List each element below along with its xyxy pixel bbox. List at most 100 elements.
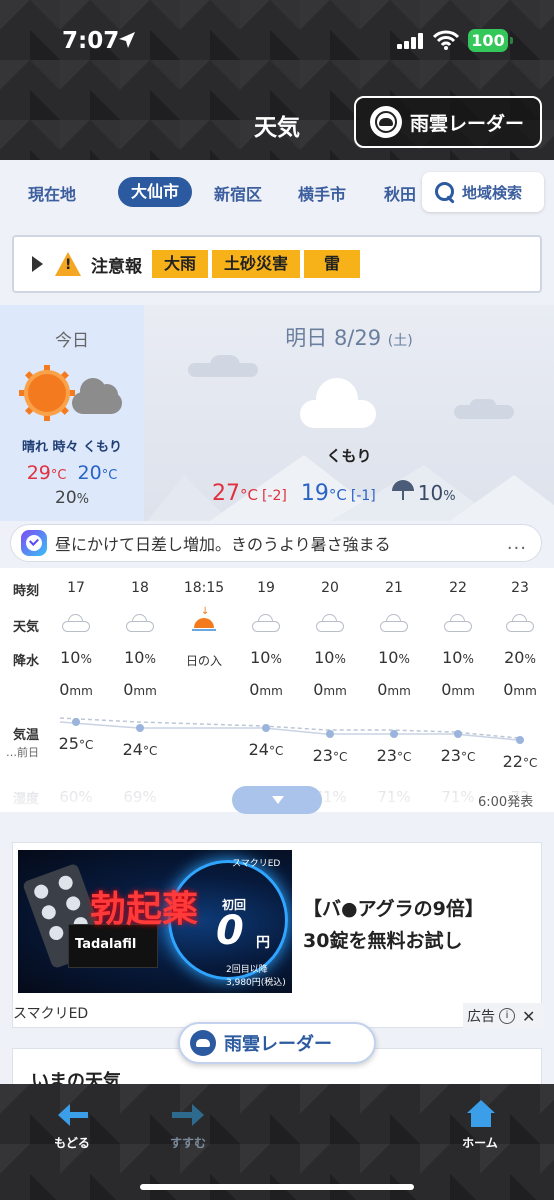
home-button[interactable]: ホーム bbox=[440, 1098, 520, 1151]
hour-temp: 24°C bbox=[248, 740, 284, 759]
hour-time: 22 bbox=[449, 580, 467, 596]
hour-temp: 24°C bbox=[122, 740, 158, 759]
hour-time: 17 bbox=[67, 580, 85, 596]
mountains-illustration bbox=[147, 455, 554, 521]
cloud-icon bbox=[300, 378, 376, 428]
cloud-icon bbox=[444, 614, 472, 632]
ad-source: スマクリED bbox=[13, 1006, 89, 1022]
advisory-tag-thunder: 雷 bbox=[304, 250, 361, 278]
tomorrow-high-diff: [-2] bbox=[261, 488, 287, 504]
comment-text: 昼にかけて日差し増加。きのうより暑さ強まる bbox=[55, 535, 391, 554]
temp-point bbox=[262, 724, 270, 732]
hour-rain-amount: 0mm bbox=[249, 680, 283, 699]
hour-rain-chance: 20% bbox=[504, 648, 536, 667]
tab-shinjuku[interactable]: 新宿区 bbox=[214, 181, 262, 205]
today-high: 29 bbox=[26, 462, 51, 484]
today-weather-desc: 晴れ 時々 くもり bbox=[21, 440, 123, 455]
sunset-icon: ↓ bbox=[192, 606, 216, 632]
forward-button[interactable]: すすむ bbox=[148, 1098, 228, 1151]
floating-rain-radar-button[interactable]: 雨雲レーダー bbox=[178, 1022, 376, 1064]
sun-disc bbox=[28, 374, 66, 412]
forecast-comment[interactable]: 昼にかけて日差し増加。きのうより暑さ強まる ... bbox=[10, 524, 542, 562]
hour-temp: 25°C bbox=[58, 734, 94, 753]
hour-time: 20 bbox=[321, 580, 339, 596]
hourly-forecast[interactable]: 時刻 天気 降水 気温 …前日 湿度 1710%0mm25°C60%1810%0… bbox=[0, 568, 554, 812]
radar-icon bbox=[190, 1030, 216, 1056]
hour-rain-amount: 0mm bbox=[313, 680, 347, 699]
temp-point bbox=[390, 730, 398, 738]
cloud-icon bbox=[506, 614, 534, 632]
home-indicator bbox=[140, 1184, 414, 1190]
temp-point bbox=[454, 730, 462, 738]
hour-rain-amount: 0mm bbox=[441, 680, 475, 699]
hour-temp: 23°C bbox=[440, 746, 476, 765]
bottom-navigation: もどる すすむ ホーム bbox=[0, 1084, 554, 1200]
tomorrow-weather-desc: くもり bbox=[326, 447, 372, 465]
info-icon[interactable]: i bbox=[499, 1008, 515, 1024]
advisory-tag-heavy-rain: 大雨 bbox=[152, 250, 209, 278]
today-label: 今日 bbox=[55, 331, 89, 351]
radar-icon bbox=[370, 106, 402, 138]
back-button[interactable]: もどる bbox=[32, 1098, 112, 1151]
search-icon bbox=[434, 181, 456, 203]
weather-advisory[interactable]: 注意報 大雨 土砂災害 雷 bbox=[12, 235, 542, 293]
hour-temp: 23°C bbox=[376, 746, 412, 765]
rain-radar-label: 雨雲レーダー bbox=[410, 112, 525, 135]
hour-rain-chance: 10% bbox=[250, 648, 282, 667]
back-arrow-icon bbox=[58, 1104, 88, 1126]
today-rain-chance: 20% bbox=[55, 488, 89, 508]
forward-arrow-icon bbox=[172, 1104, 204, 1126]
advertisement[interactable]: Tadalafil スマクリED 勃起薬 初回 0 円 2回目以降 3,980円… bbox=[12, 842, 543, 1029]
hour-time: 18:15 bbox=[183, 580, 225, 596]
hour-rain-chance: 10% bbox=[378, 648, 410, 667]
advisory-label: 注意報 bbox=[91, 256, 142, 277]
ad-image[interactable]: Tadalafil スマクリED 勃起薬 初回 0 円 2回目以降 3,980円… bbox=[18, 850, 292, 993]
cloud-icon bbox=[252, 614, 280, 632]
rain-radar-button[interactable]: 雨雲レーダー bbox=[354, 96, 542, 148]
ai-assistant-icon bbox=[21, 530, 47, 556]
hour-rain-chance: 10% bbox=[314, 648, 346, 667]
temp-point bbox=[136, 724, 144, 732]
ad-badge[interactable]: 広告 i ✕ bbox=[463, 1003, 543, 1029]
close-icon[interactable]: ✕ bbox=[522, 1007, 535, 1026]
status-time: 7:07 bbox=[62, 28, 120, 54]
tomorrow-temps: 27°C [-2] 19°C [-1] 10% bbox=[212, 478, 456, 506]
ad-copy[interactable]: 【バ●アグラの9倍】 30錠を無料お試し bbox=[303, 893, 484, 957]
ad-headline: 勃起薬 bbox=[90, 889, 199, 930]
expand-triangle-icon bbox=[32, 256, 43, 272]
cloud-icon bbox=[380, 614, 408, 632]
location-arrow-icon bbox=[119, 32, 135, 48]
cloud-icon bbox=[316, 614, 344, 632]
hour-rain-amount: 0mm bbox=[123, 680, 157, 699]
tab-yokote[interactable]: 横手市 bbox=[298, 181, 346, 205]
hour-temp: 23°C bbox=[312, 746, 348, 765]
today-low: 20 bbox=[77, 462, 102, 484]
sunset-label: 日の入 bbox=[185, 654, 222, 668]
hour-rain-chance: 10% bbox=[124, 648, 156, 667]
cellular-signal-icon bbox=[397, 33, 425, 49]
tomorrow-title: 明日 8/29 (土) bbox=[285, 326, 413, 350]
more-icon[interactable]: ... bbox=[507, 533, 527, 554]
hour-time: 18 bbox=[131, 580, 149, 596]
tab-daisen[interactable]: 大仙市 bbox=[118, 177, 192, 207]
hour-rain-chance: 10% bbox=[442, 648, 474, 667]
tab-current-location[interactable]: 現在地 bbox=[28, 181, 76, 205]
tomorrow-rain-chance: 10% bbox=[417, 481, 456, 505]
temp-point bbox=[326, 730, 334, 738]
status-bar: 7:07 100 bbox=[0, 0, 554, 80]
tab-akita[interactable]: 秋田 bbox=[384, 181, 416, 205]
hour-rain-amount: 0mm bbox=[377, 680, 411, 699]
tomorrow-low-diff: [-1] bbox=[350, 488, 376, 504]
warning-icon bbox=[55, 252, 81, 276]
tomorrow-low: 19 bbox=[300, 481, 329, 506]
home-icon bbox=[467, 1100, 495, 1128]
expand-hourly-button[interactable] bbox=[232, 786, 322, 814]
battery-indicator: 100 bbox=[468, 29, 513, 52]
cloud-icon bbox=[72, 378, 122, 414]
umbrella-icon bbox=[391, 478, 414, 500]
hour-rain-amount: 0mm bbox=[503, 680, 537, 699]
issued-time: 6:00発表 bbox=[478, 795, 534, 810]
wifi-icon bbox=[433, 30, 459, 50]
area-search-label: 地域検索 bbox=[462, 183, 523, 202]
area-search-button[interactable]: 地域検索 bbox=[422, 172, 544, 212]
